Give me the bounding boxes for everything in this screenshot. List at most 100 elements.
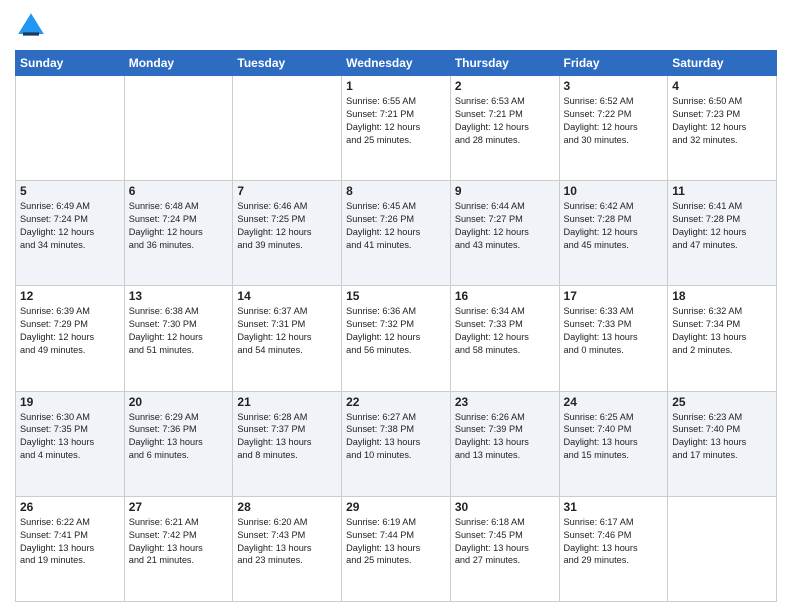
- day-number: 18: [672, 289, 772, 303]
- weekday-header-thursday: Thursday: [450, 51, 559, 76]
- calendar-cell: 30Sunrise: 6:18 AM Sunset: 7:45 PM Dayli…: [450, 496, 559, 601]
- calendar-cell: 23 Sunrise: 6:26 AM Sunset: 7:39 PM Dayli…: [450, 391, 559, 496]
- day-info: Sunrise: 6:39 AM Sunset: 7:29 PM Dayligh…: [20, 305, 120, 357]
- day-number: 19: [20, 395, 120, 409]
- calendar-cell: 6 Sunrise: 6:48 AM Sunset: 7:24 PM Daylig…: [124, 181, 233, 286]
- calendar-cell: 13Sunrise: 6:38 AM Sunset: 7:30 PM Dayli…: [124, 286, 233, 391]
- day-number: 3: [564, 79, 664, 93]
- day-info: Sunrise: 6:26 AM Sunset: 7:39 PM Dayligh…: [455, 411, 555, 463]
- calendar-cell: 3Sunrise: 6:52 AM Sunset: 7:22 PM Daylig…: [559, 76, 668, 181]
- day-info: Sunrise: 6:46 AM Sunset: 7:25 PM Dayligh…: [237, 200, 337, 252]
- day-number: 11: [672, 184, 772, 198]
- day-number: 20: [129, 395, 229, 409]
- calendar-cell: 31 Sunrise: 6:17 AM Sunset: 7:46 PM Dayli…: [559, 496, 668, 601]
- calendar-cell: 14 Sunrise: 6:37 AM Sunset: 7:31 PM Dayli…: [233, 286, 342, 391]
- calendar-cell: 16Sunrise: 6:34 AM Sunset: 7:33 PM Dayli…: [450, 286, 559, 391]
- page: SundayMondayTuesdayWednesdayThursdayFrid…: [0, 0, 792, 612]
- day-info: Sunrise: 6:44 AM Sunset: 7:27 PM Dayligh…: [455, 200, 555, 252]
- day-info: Sunrise: 6:19 AM Sunset: 7:44 PM Dayligh…: [346, 516, 446, 568]
- calendar-cell: [124, 76, 233, 181]
- day-info: Sunrise: 6:42 AM Sunset: 7:28 PM Dayligh…: [564, 200, 664, 252]
- logo-icon: [15, 10, 47, 42]
- day-number: 14: [237, 289, 337, 303]
- calendar-week-row: 12 Sunrise: 6:39 AM Sunset: 7:29 PM Dayli…: [16, 286, 777, 391]
- day-number: 7: [237, 184, 337, 198]
- day-number: 27: [129, 500, 229, 514]
- calendar-cell: [233, 76, 342, 181]
- day-number: 4: [672, 79, 772, 93]
- calendar-cell: 15 Sunrise: 6:36 AM Sunset: 7:32 PM Dayli…: [342, 286, 451, 391]
- day-info: Sunrise: 6:41 AM Sunset: 7:28 PM Dayligh…: [672, 200, 772, 252]
- day-number: 16: [455, 289, 555, 303]
- day-info: Sunrise: 6:20 AM Sunset: 7:43 PM Dayligh…: [237, 516, 337, 568]
- weekday-header-sunday: Sunday: [16, 51, 125, 76]
- day-number: 24: [564, 395, 664, 409]
- logo: [15, 10, 51, 42]
- day-number: 6: [129, 184, 229, 198]
- weekday-header-wednesday: Wednesday: [342, 51, 451, 76]
- day-number: 31: [564, 500, 664, 514]
- day-number: 8: [346, 184, 446, 198]
- day-number: 25: [672, 395, 772, 409]
- weekday-header-tuesday: Tuesday: [233, 51, 342, 76]
- calendar-cell: [16, 76, 125, 181]
- day-info: Sunrise: 6:23 AM Sunset: 7:40 PM Dayligh…: [672, 411, 772, 463]
- day-info: Sunrise: 6:27 AM Sunset: 7:38 PM Dayligh…: [346, 411, 446, 463]
- day-number: 22: [346, 395, 446, 409]
- calendar-cell: 11 Sunrise: 6:41 AM Sunset: 7:28 PM Dayli…: [668, 181, 777, 286]
- weekday-header-monday: Monday: [124, 51, 233, 76]
- day-info: Sunrise: 6:28 AM Sunset: 7:37 PM Dayligh…: [237, 411, 337, 463]
- day-info: Sunrise: 6:30 AM Sunset: 7:35 PM Dayligh…: [20, 411, 120, 463]
- day-info: Sunrise: 6:55 AM Sunset: 7:21 PM Dayligh…: [346, 95, 446, 147]
- weekday-header-row: SundayMondayTuesdayWednesdayThursdayFrid…: [16, 51, 777, 76]
- calendar-table: SundayMondayTuesdayWednesdayThursdayFrid…: [15, 50, 777, 602]
- weekday-header-friday: Friday: [559, 51, 668, 76]
- calendar-cell: 20 Sunrise: 6:29 AM Sunset: 7:36 PM Dayli…: [124, 391, 233, 496]
- calendar-cell: 25 Sunrise: 6:23 AM Sunset: 7:40 PM Dayli…: [668, 391, 777, 496]
- day-info: Sunrise: 6:32 AM Sunset: 7:34 PM Dayligh…: [672, 305, 772, 357]
- calendar-cell: 7 Sunrise: 6:46 AM Sunset: 7:25 PM Daylig…: [233, 181, 342, 286]
- day-info: Sunrise: 6:22 AM Sunset: 7:41 PM Dayligh…: [20, 516, 120, 568]
- day-number: 21: [237, 395, 337, 409]
- day-number: 10: [564, 184, 664, 198]
- calendar-week-row: 1Sunrise: 6:55 AM Sunset: 7:21 PM Daylig…: [16, 76, 777, 181]
- calendar-cell: 29 Sunrise: 6:19 AM Sunset: 7:44 PM Dayli…: [342, 496, 451, 601]
- day-info: Sunrise: 6:17 AM Sunset: 7:46 PM Dayligh…: [564, 516, 664, 568]
- day-info: Sunrise: 6:36 AM Sunset: 7:32 PM Dayligh…: [346, 305, 446, 357]
- calendar-week-row: 26 Sunrise: 6:22 AM Sunset: 7:41 PM Dayli…: [16, 496, 777, 601]
- calendar-cell: 19 Sunrise: 6:30 AM Sunset: 7:35 PM Dayli…: [16, 391, 125, 496]
- calendar-cell: 18 Sunrise: 6:32 AM Sunset: 7:34 PM Dayli…: [668, 286, 777, 391]
- day-info: Sunrise: 6:21 AM Sunset: 7:42 PM Dayligh…: [129, 516, 229, 568]
- day-number: 26: [20, 500, 120, 514]
- day-info: Sunrise: 6:49 AM Sunset: 7:24 PM Dayligh…: [20, 200, 120, 252]
- day-number: 15: [346, 289, 446, 303]
- header: [15, 10, 777, 42]
- calendar-week-row: 19 Sunrise: 6:30 AM Sunset: 7:35 PM Dayli…: [16, 391, 777, 496]
- weekday-header-saturday: Saturday: [668, 51, 777, 76]
- calendar-cell: 12 Sunrise: 6:39 AM Sunset: 7:29 PM Dayli…: [16, 286, 125, 391]
- calendar-cell: 21 Sunrise: 6:28 AM Sunset: 7:37 PM Dayli…: [233, 391, 342, 496]
- calendar-cell: 8 Sunrise: 6:45 AM Sunset: 7:26 PM Daylig…: [342, 181, 451, 286]
- day-info: Sunrise: 6:45 AM Sunset: 7:26 PM Dayligh…: [346, 200, 446, 252]
- day-info: Sunrise: 6:50 AM Sunset: 7:23 PM Dayligh…: [672, 95, 772, 147]
- day-number: 17: [564, 289, 664, 303]
- day-number: 2: [455, 79, 555, 93]
- calendar-cell: 4 Sunrise: 6:50 AM Sunset: 7:23 PM Daylig…: [668, 76, 777, 181]
- day-number: 23: [455, 395, 555, 409]
- day-number: 9: [455, 184, 555, 198]
- calendar-cell: 1Sunrise: 6:55 AM Sunset: 7:21 PM Daylig…: [342, 76, 451, 181]
- calendar-cell: 9 Sunrise: 6:44 AM Sunset: 7:27 PM Daylig…: [450, 181, 559, 286]
- calendar-cell: 10 Sunrise: 6:42 AM Sunset: 7:28 PM Dayli…: [559, 181, 668, 286]
- day-number: 12: [20, 289, 120, 303]
- calendar-cell: [668, 496, 777, 601]
- calendar-week-row: 5Sunrise: 6:49 AM Sunset: 7:24 PM Daylig…: [16, 181, 777, 286]
- day-info: Sunrise: 6:38 AM Sunset: 7:30 PM Dayligh…: [129, 305, 229, 357]
- day-info: Sunrise: 6:53 AM Sunset: 7:21 PM Dayligh…: [455, 95, 555, 147]
- day-info: Sunrise: 6:48 AM Sunset: 7:24 PM Dayligh…: [129, 200, 229, 252]
- calendar-cell: 26 Sunrise: 6:22 AM Sunset: 7:41 PM Dayli…: [16, 496, 125, 601]
- day-info: Sunrise: 6:37 AM Sunset: 7:31 PM Dayligh…: [237, 305, 337, 357]
- calendar-cell: 5Sunrise: 6:49 AM Sunset: 7:24 PM Daylig…: [16, 181, 125, 286]
- day-info: Sunrise: 6:29 AM Sunset: 7:36 PM Dayligh…: [129, 411, 229, 463]
- day-number: 29: [346, 500, 446, 514]
- calendar-cell: 24Sunrise: 6:25 AM Sunset: 7:40 PM Dayli…: [559, 391, 668, 496]
